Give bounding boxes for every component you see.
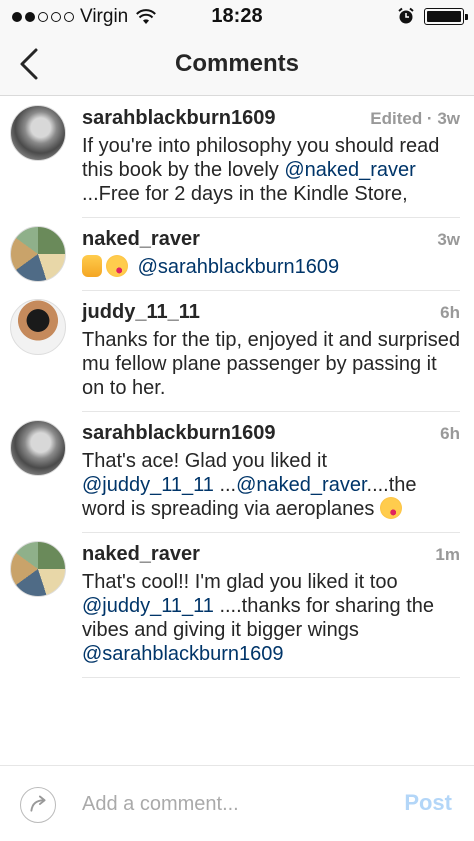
alarm-icon — [398, 7, 414, 24]
comment-text-segment: That's cool!! I'm glad you liked it too — [82, 571, 398, 593]
comment-header: naked_raver 3w — [82, 228, 460, 251]
comment-timestamp: 1m — [435, 545, 460, 564]
comment-text-segment: That's ace! Glad you liked it — [82, 450, 328, 472]
comment-item[interactable]: sarahblackburn1609 6h That's ace! Glad you… — [0, 412, 474, 533]
battery-icon — [424, 7, 468, 25]
comment-username[interactable]: naked_raver — [82, 228, 200, 251]
avatar[interactable] — [10, 226, 66, 282]
comment-text: That's cool!! I'm glad you liked it too … — [82, 570, 460, 666]
thumbs-up-emoji-icon — [82, 255, 102, 277]
comments-list: sarahblackburn1609 Edited · 3w If you're i… — [0, 97, 474, 678]
comment-username[interactable]: sarahblackburn1609 — [82, 422, 275, 445]
mention-link[interactable]: @naked_raver — [284, 159, 415, 181]
comment-item[interactable]: juddy_11_11 6h Thanks for the tip, enjoyed… — [0, 291, 474, 412]
page-title: Comments — [174, 50, 300, 77]
mention-link[interactable]: @sarahblackburn1609 — [82, 643, 284, 665]
comment-timestamp: 3w — [437, 230, 460, 249]
comment-header: sarahblackburn1609 Edited · 3w — [82, 107, 460, 130]
comment-text-segment: ... — [213, 474, 237, 496]
avatar[interactable] — [10, 299, 66, 355]
comment-header: sarahblackburn1609 6h — [82, 422, 460, 445]
comment-timestamp: Edited · 3w — [370, 109, 460, 128]
mention-link[interactable]: @sarahblackburn1609 — [138, 256, 340, 278]
nav-bar: Comments — [0, 32, 474, 96]
comment-text: That's ace! Glad you liked it @juddy_11_… — [82, 449, 460, 521]
avatar[interactable] — [10, 541, 66, 597]
comment-input[interactable] — [82, 788, 382, 820]
comment-composer: Post — [0, 765, 474, 841]
comment-header: juddy_11_11 6h — [82, 301, 460, 324]
kiss-face-emoji-icon — [379, 497, 402, 519]
status-right — [397, 7, 468, 25]
comment-header: naked_raver 1m — [82, 543, 460, 566]
comment-timestamp: 6h — [440, 424, 460, 443]
comment-text-segment: ...Free for 2 days in the Kindle Store, — [82, 183, 408, 205]
comment-timestamp: 6h — [440, 303, 460, 322]
mention-link[interactable]: @naked_raver — [236, 474, 366, 496]
comment-item[interactable]: sarahblackburn1609 Edited · 3w If you're i… — [0, 97, 474, 218]
reply-arrow-icon[interactable] — [20, 787, 56, 823]
comment-text: @sarahblackburn1609 — [82, 255, 460, 279]
avatar[interactable] — [10, 420, 66, 476]
comment-text: Thanks for the tip, enjoyed it and surpr… — [82, 328, 460, 400]
status-bar: Virgin 18:28 — [0, 0, 474, 32]
comment-text-segment: Thanks for the tip, enjoyed it and surpr… — [82, 329, 460, 399]
mention-link[interactable]: @juddy_11_11 — [82, 474, 214, 496]
comment-text: If you're into philosophy you should rea… — [82, 134, 460, 206]
kiss-face-emoji-icon — [106, 255, 128, 277]
comment-username[interactable]: sarahblackburn1609 — [82, 107, 275, 130]
comment-username[interactable]: juddy_11_11 — [82, 301, 200, 324]
comment-item[interactable]: naked_raver 1m That's cool!! I'm glad you … — [0, 533, 474, 678]
comment-username[interactable]: naked_raver — [82, 543, 200, 566]
mention-link[interactable]: @juddy_11_11 — [82, 595, 214, 617]
post-button[interactable]: Post — [404, 790, 452, 816]
avatar[interactable] — [10, 105, 66, 161]
comment-item[interactable]: naked_raver 3w @sarahblackburn1609 — [0, 218, 474, 291]
